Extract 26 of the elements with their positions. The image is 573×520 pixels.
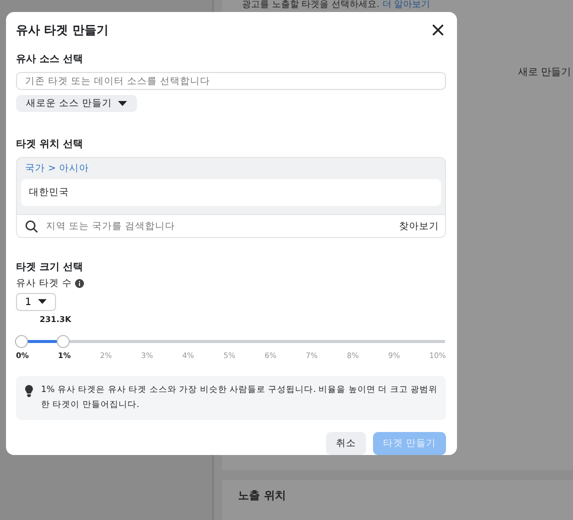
tip-text: 1% 유사 타겟은 유사 타겟 소스와 가장 비슷한 사람들로 구성됩니다. 비율을 높이면 더 크고 광범위한 타겟이 만들어집니다. [41, 384, 438, 412]
count-select[interactable]: 1 [16, 293, 56, 311]
breadcrumb-link[interactable]: 국가 > 아시아 [17, 158, 445, 180]
close-icon[interactable] [432, 24, 444, 36]
caret-icon [38, 299, 47, 306]
slider-handle[interactable] [56, 335, 70, 348]
intro-text: 광고를 노출할 타겟을 선택하세요. [242, 0, 380, 10]
section-label: 타겟 위치 선택 [16, 138, 84, 152]
section-label: 타겟 크기 선택 [16, 261, 84, 274]
new-text-button[interactable]: 새로 만들기 [518, 65, 571, 79]
location-search-field[interactable]: 지역 또는 국가를 검색합니다 찾아보기 [17, 214, 445, 238]
browse-link[interactable]: 찾아보기 [399, 220, 439, 233]
slider-handle[interactable] [15, 335, 28, 348]
search-icon [25, 220, 38, 233]
lightbulb-icon [25, 385, 33, 397]
placement-card: 노출 위치 [222, 480, 573, 520]
caret-icon [118, 100, 128, 107]
count-label: 유사 타겟 수 [16, 277, 72, 290]
create-source-button[interactable]: 새로운 소스 만들기 [16, 95, 138, 112]
section-label: 유사 소스 선택 [16, 53, 84, 66]
dialog-title: 유사 타겟 만들기 [16, 22, 108, 38]
info-icon [75, 279, 84, 288]
location-item[interactable]: 대한민국 [21, 179, 441, 206]
source-field[interactable]: 기존 타겟 또는 데이터 소스를 선택합니다 [16, 72, 446, 90]
audience-estimate: 231.3K [40, 315, 72, 326]
cancel-button[interactable]: 취소 [326, 432, 366, 455]
